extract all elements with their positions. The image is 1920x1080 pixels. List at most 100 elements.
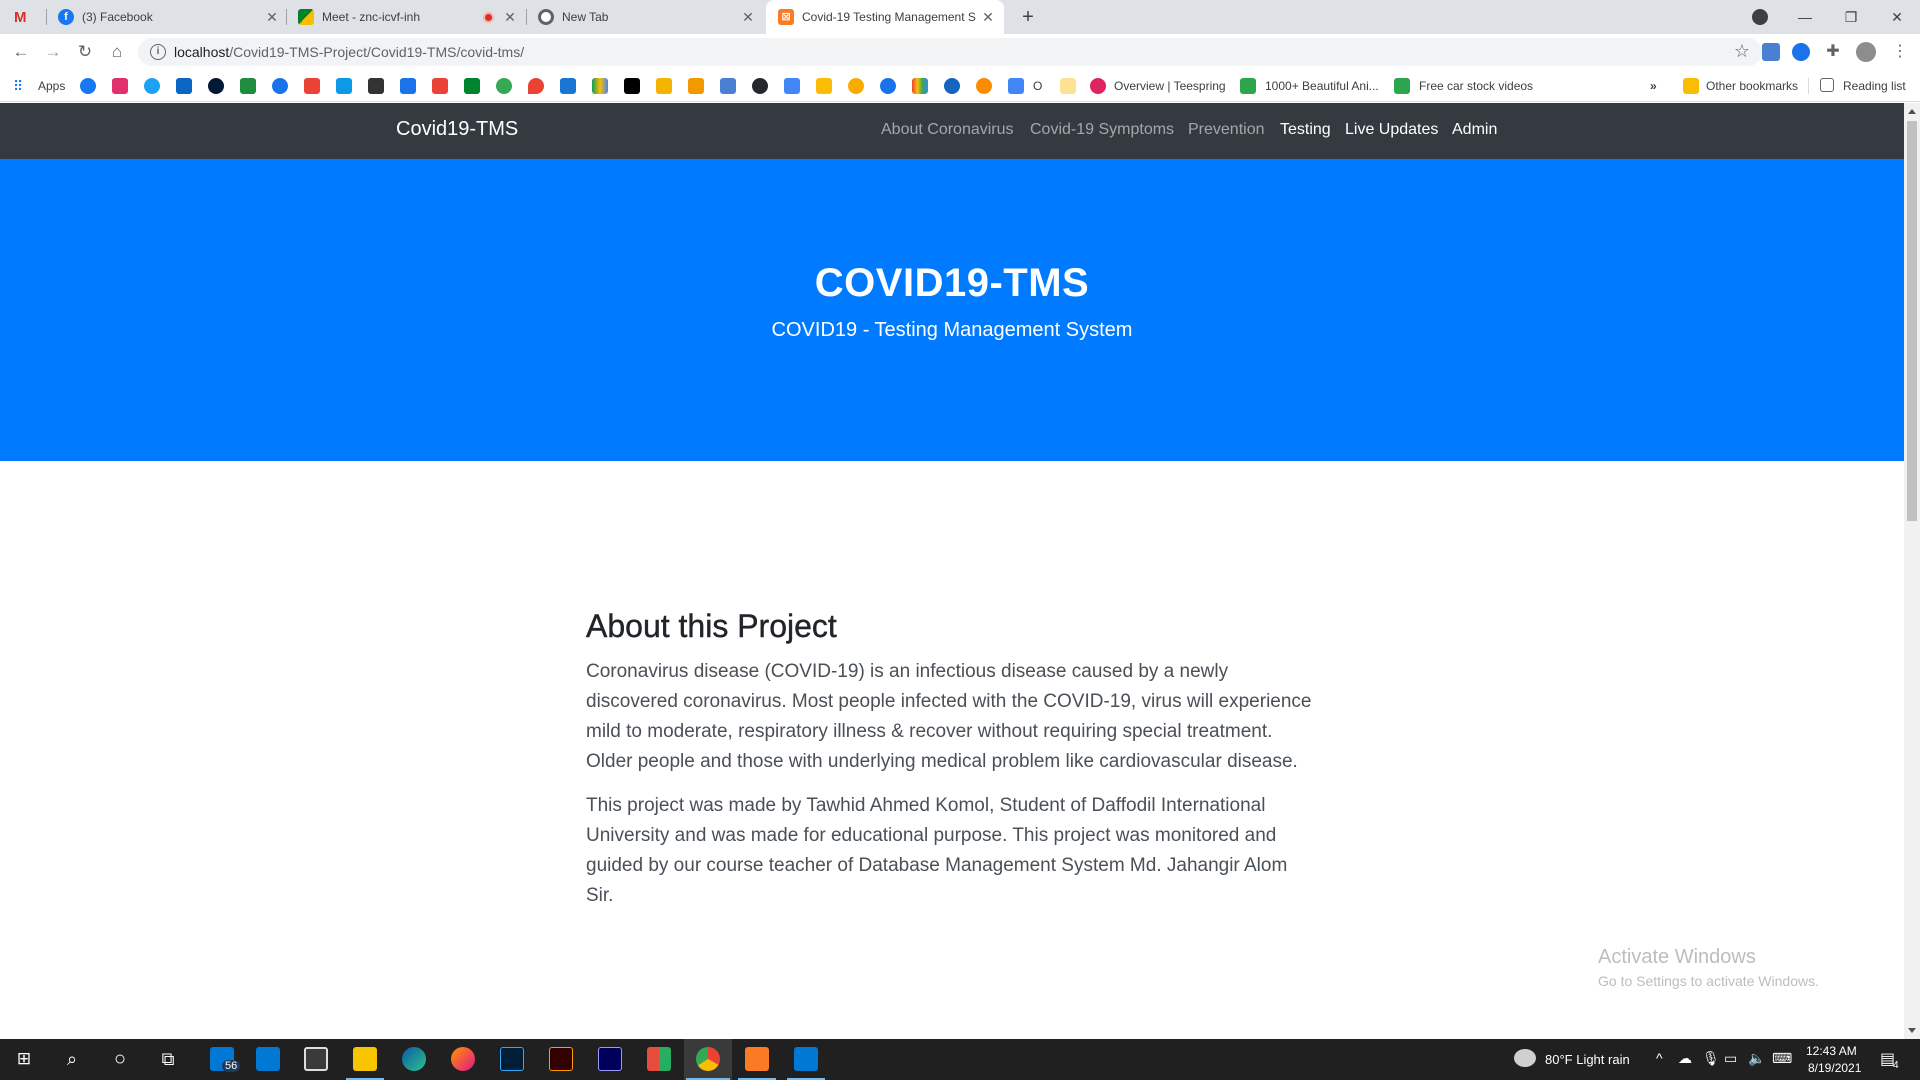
file-explorer-icon[interactable] xyxy=(353,1047,377,1071)
keyboard-icon[interactable]: ⌨ xyxy=(1772,1050,1792,1067)
gmail-bookmark-icon[interactable] xyxy=(432,78,448,94)
scroll-up-arrow-icon[interactable] xyxy=(1908,109,1916,114)
tab-new-tab[interactable]: New Tab ✕ xyxy=(538,0,756,34)
beautiful-bookmark[interactable]: 1000+ Beautiful Ani... xyxy=(1265,79,1379,93)
d2-bookmark-icon[interactable] xyxy=(1394,78,1410,94)
drive-bookmark-icon[interactable] xyxy=(592,78,608,94)
chrome-taskbar-icon[interactable] xyxy=(696,1047,720,1071)
bookmark-icon[interactable] xyxy=(944,78,960,94)
docs-bookmark-icon[interactable] xyxy=(784,78,800,94)
weather-cloud-icon[interactable] xyxy=(1514,1049,1536,1067)
tray-chevron-icon[interactable]: ^ xyxy=(1656,1050,1663,1066)
bookmark-icon[interactable] xyxy=(976,78,992,94)
d-bookmark-icon[interactable] xyxy=(1240,78,1256,94)
translate-bookmark-icon[interactable] xyxy=(720,78,736,94)
nav-testing[interactable]: Testing xyxy=(1280,121,1331,139)
onedrive-icon[interactable]: ☁ xyxy=(1678,1050,1692,1067)
volume-icon[interactable]: 🔈 xyxy=(1748,1050,1765,1067)
after-effects-icon[interactable] xyxy=(598,1047,622,1071)
xampp-taskbar-icon[interactable] xyxy=(745,1047,769,1071)
weather-text[interactable]: 80°F Light rain xyxy=(1545,1052,1630,1067)
teespring-bookmark[interactable]: Overview | Teespring xyxy=(1114,79,1226,93)
bookmark-icon[interactable] xyxy=(656,78,672,94)
reload-button[interactable]: ↻ xyxy=(73,40,97,64)
microphone-icon[interactable]: 🎙 xyxy=(1702,1050,1720,1067)
cortana-icon[interactable]: ○ xyxy=(108,1047,132,1071)
linkedin-bookmark-icon[interactable] xyxy=(176,78,192,94)
o-bookmark[interactable]: O xyxy=(1033,79,1042,93)
keep-bookmark-icon[interactable] xyxy=(816,78,832,94)
teespring-bookmark-icon[interactable] xyxy=(1090,78,1106,94)
gb-bookmark-icon[interactable] xyxy=(496,78,512,94)
site-brand[interactable]: Covid19-TMS xyxy=(396,118,518,141)
extension-icon[interactable] xyxy=(1792,43,1810,61)
address-bar[interactable]: i localhost/Covid19-TMS-Project/Covid19-… xyxy=(138,38,1762,66)
store-app-icon[interactable] xyxy=(304,1047,328,1071)
instagram-bookmark-icon[interactable] xyxy=(112,78,128,94)
forward-button[interactable]: → xyxy=(41,40,65,64)
chrome-menu-icon[interactable]: ⋮ xyxy=(1892,43,1910,61)
docs2-bookmark-icon[interactable] xyxy=(1008,78,1024,94)
close-tab-icon[interactable]: ✕ xyxy=(740,9,756,25)
meet-bookmark-icon[interactable] xyxy=(464,78,480,94)
medium-bookmark-icon[interactable] xyxy=(624,78,640,94)
home-button[interactable]: ⌂ xyxy=(105,40,129,64)
clock-time[interactable]: 12:43 AM xyxy=(1806,1044,1857,1058)
reading-list[interactable]: Reading list xyxy=(1843,79,1906,93)
classroom-bookmark-icon[interactable] xyxy=(240,78,256,94)
car-videos-bookmark[interactable]: Free car stock videos xyxy=(1419,79,1533,93)
apps-grid-icon[interactable]: ⠿ xyxy=(13,78,29,94)
minimize-button[interactable]: — xyxy=(1782,0,1828,34)
mascot-bookmark-icon[interactable] xyxy=(400,78,416,94)
restore-button[interactable]: ❐ xyxy=(1828,0,1874,34)
mail-app-icon[interactable] xyxy=(256,1047,280,1071)
other-bookmarks[interactable]: Other bookmarks xyxy=(1706,79,1798,93)
back-button[interactable]: ← xyxy=(9,40,33,64)
nav-admin[interactable]: Admin xyxy=(1452,121,1497,139)
github-bookmark-icon[interactable] xyxy=(752,78,768,94)
close-tab-icon[interactable]: ✕ xyxy=(502,9,518,25)
tab-gmail[interactable]: M xyxy=(14,0,40,34)
maps-bookmark-icon[interactable] xyxy=(528,78,544,94)
bike-bookmark-icon[interactable] xyxy=(368,78,384,94)
profile-avatar[interactable] xyxy=(1856,42,1876,62)
folder-bookmark-icon[interactable] xyxy=(1060,78,1076,94)
site-info-icon[interactable]: i xyxy=(150,44,166,60)
edge-browser-icon[interactable] xyxy=(402,1047,426,1071)
photos-bookmark-icon[interactable] xyxy=(912,78,928,94)
tab-covid-tms[interactable]: ⊠ Covid-19 Testing Management S ✕ xyxy=(766,0,1004,34)
windows-start-icon[interactable]: ⊞ xyxy=(12,1047,36,1071)
nav-about-coronavirus[interactable]: About Coronavirus xyxy=(881,121,1014,139)
scroll-down-arrow-icon[interactable] xyxy=(1908,1028,1916,1033)
close-tab-icon[interactable]: ✕ xyxy=(264,9,280,25)
twitter-bookmark-icon[interactable] xyxy=(144,78,160,94)
clock-date[interactable]: 8/19/2021 xyxy=(1808,1061,1861,1075)
network-icon[interactable]: ▭ xyxy=(1724,1050,1737,1067)
nav-prevention[interactable]: Prevention xyxy=(1188,121,1265,139)
infinity-bookmark-icon[interactable] xyxy=(848,78,864,94)
tab-facebook[interactable]: f (3) Facebook ✕ xyxy=(58,0,280,34)
nav-covid-symptoms[interactable]: Covid-19 Symptoms xyxy=(1030,121,1174,139)
new-tab-button[interactable]: + xyxy=(1016,5,1040,29)
more-bookmarks-chevron-icon[interactable]: » xyxy=(1650,79,1657,93)
close-tab-icon[interactable]: ✕ xyxy=(980,9,996,25)
apps-bookmark[interactable]: Apps xyxy=(38,79,65,93)
c2-bookmark-icon[interactable] xyxy=(880,78,896,94)
task-view-icon[interactable]: ⧉ xyxy=(156,1047,180,1071)
page-scrollbar[interactable] xyxy=(1904,103,1920,1039)
c-bookmark-icon[interactable] xyxy=(272,78,288,94)
app-icon[interactable] xyxy=(647,1047,671,1071)
tab-meet[interactable]: Meet - znc-icvf-inh ✕ xyxy=(298,0,518,34)
vscode-taskbar-icon[interactable] xyxy=(794,1047,818,1071)
search-icon[interactable]: ⌕ xyxy=(60,1047,84,1071)
bookmark-star-icon[interactable]: ☆ xyxy=(1734,41,1750,62)
photoshop-icon[interactable] xyxy=(500,1047,524,1071)
nav-live-updates[interactable]: Live Updates xyxy=(1345,121,1438,139)
illustrator-icon[interactable] xyxy=(549,1047,573,1071)
analytics-bookmark-icon[interactable] xyxy=(688,78,704,94)
translate-extension-icon[interactable] xyxy=(1762,43,1780,61)
tab-search-icon[interactable] xyxy=(1752,9,1768,25)
bookmark-icon[interactable] xyxy=(560,78,576,94)
firefox-icon[interactable] xyxy=(451,1047,475,1071)
u-bookmark-icon[interactable] xyxy=(304,78,320,94)
